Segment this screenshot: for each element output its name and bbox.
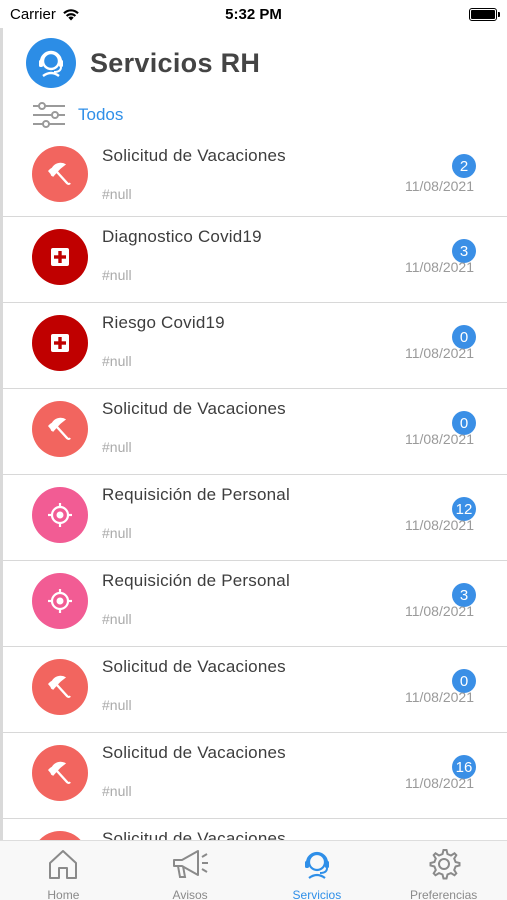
- list-item[interactable]: Requisición de Personal #null 3 11/08/2021: [3, 561, 507, 647]
- tab-bar: Home Avisos Servicios Preferencias: [0, 840, 507, 900]
- list-item[interactable]: Solicitud de Vacaciones #null 2 11/08/2021: [3, 136, 507, 217]
- status-left: Carrier: [10, 6, 80, 23]
- carrier-label: Carrier: [10, 5, 56, 23]
- list-item[interactable]: Requisición de Personal #null 12 11/08/2021: [3, 475, 507, 561]
- item-tag: #null: [102, 525, 132, 541]
- list-item[interactable]: Solicitud de Vacaciones #null 0 11/08/2021: [3, 647, 507, 733]
- item-date: 11/08/2021: [404, 603, 474, 619]
- item-title: Solicitud de Vacaciones: [102, 657, 286, 676]
- wifi-icon: [63, 8, 79, 20]
- item-date: 11/08/2021: [404, 689, 474, 705]
- item-tag: #null: [102, 697, 132, 713]
- tab-preferencias[interactable]: Preferencias: [380, 841, 507, 900]
- page-header: Servicios RH: [26, 38, 260, 88]
- item-tag: #null: [102, 186, 132, 202]
- tab-label: Servicios: [292, 888, 342, 900]
- item-title: Solicitud de Vacaciones: [102, 743, 286, 762]
- list-item[interactable]: Riesgo Covid19 #null 0 11/08/2021: [3, 303, 507, 389]
- item-title: Diagnostico Covid19: [102, 227, 262, 246]
- tab-avisos[interactable]: Avisos: [127, 841, 254, 900]
- home-icon: [46, 847, 80, 886]
- item-title: Solicitud de Vacaciones: [102, 146, 286, 165]
- tab-servicios[interactable]: Servicios: [254, 841, 381, 900]
- item-tag: #null: [102, 439, 132, 455]
- umbrella-icon: [32, 745, 88, 801]
- list-item[interactable]: Solicitud de Vacaciones: [3, 819, 507, 840]
- list-item[interactable]: Solicitud de Vacaciones #null 16 11/08/2021: [3, 733, 507, 819]
- umbrella-icon: [32, 659, 88, 715]
- filter-label[interactable]: Todos: [78, 105, 123, 125]
- request-list[interactable]: Solicitud de Vacaciones #null 2 11/08/2021 D…: [3, 136, 507, 840]
- list-item[interactable]: Solicitud de Vacaciones #null 0 11/08/2021: [3, 389, 507, 475]
- status-bar: Carrier 5:32 PM: [0, 0, 507, 28]
- item-title: Solicitud de Vacaciones: [102, 399, 286, 418]
- medical-cross-icon: [32, 315, 88, 371]
- item-date: 11/08/2021: [404, 775, 474, 791]
- tab-label: Preferencias: [409, 888, 478, 900]
- page-title: Servicios RH: [90, 47, 261, 78]
- item-date: 11/08/2021: [404, 178, 474, 194]
- medical-cross-icon: [32, 229, 88, 285]
- item-date: 11/08/2021: [404, 345, 474, 361]
- item-date: 11/08/2021: [404, 431, 474, 447]
- item-title: Requisición de Personal: [102, 571, 290, 590]
- umbrella-icon: [32, 401, 88, 457]
- battery-icon: [469, 7, 500, 21]
- support-agent-icon: [26, 38, 76, 88]
- item-tag: #null: [102, 611, 132, 627]
- tab-label: Home: [47, 888, 80, 900]
- item-title: Solicitud de Vacaciones: [102, 829, 286, 840]
- tab-label: Avisos: [172, 888, 208, 900]
- item-tag: #null: [102, 783, 132, 799]
- item-title: Requisición de Personal: [102, 485, 290, 504]
- umbrella-icon: [32, 831, 88, 840]
- filter-control[interactable]: Todos: [32, 102, 123, 128]
- umbrella-icon: [32, 146, 88, 202]
- item-tag: #null: [102, 353, 132, 369]
- target-icon: [32, 573, 88, 629]
- item-date: 11/08/2021: [404, 517, 474, 533]
- item-title: Riesgo Covid19: [102, 313, 225, 332]
- support-agent-icon: [299, 847, 335, 886]
- item-date: 11/08/2021: [404, 259, 474, 275]
- list-item[interactable]: Diagnostico Covid19 #null 3 11/08/2021: [3, 217, 507, 303]
- megaphone-icon: [170, 847, 210, 886]
- count-badge: 2: [452, 154, 476, 178]
- item-tag: #null: [102, 267, 132, 283]
- tab-home[interactable]: Home: [0, 841, 127, 900]
- target-icon: [32, 487, 88, 543]
- gear-icon: [427, 847, 461, 886]
- sliders-icon: [33, 102, 65, 128]
